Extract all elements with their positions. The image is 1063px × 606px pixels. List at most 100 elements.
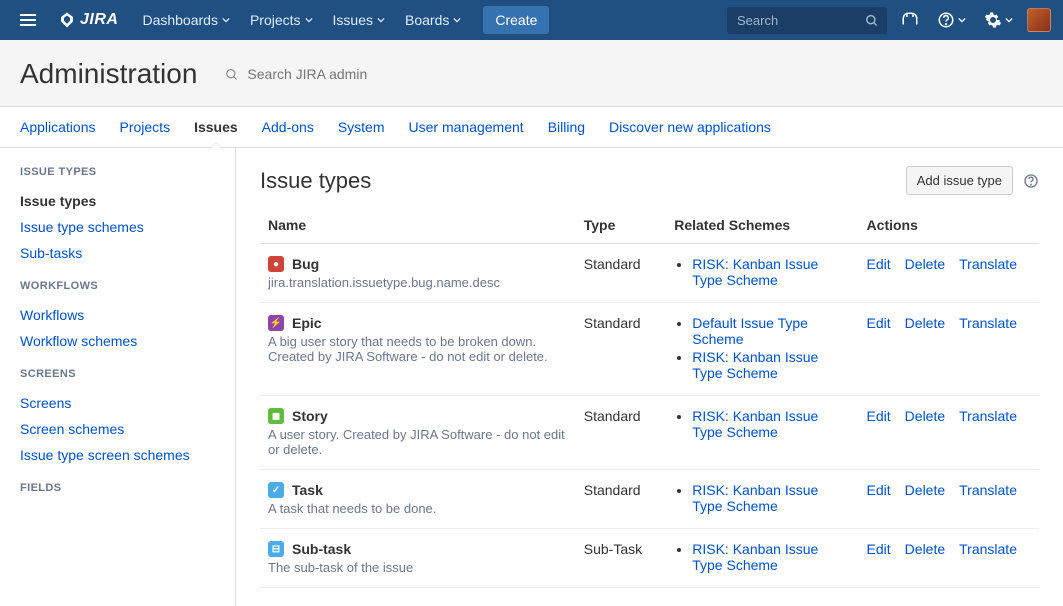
- admin-header: Administration: [0, 40, 1063, 107]
- delete-link[interactable]: Delete: [905, 482, 945, 498]
- tab-applications[interactable]: Applications: [20, 107, 96, 147]
- sidebar-item-workflow-schemes[interactable]: Workflow schemes: [20, 328, 215, 354]
- sidebar-item-screens[interactable]: Screens: [20, 390, 215, 416]
- sidebar-heading: FIELDS: [20, 482, 215, 494]
- issue-type-type: Sub-Task: [576, 529, 666, 588]
- table-row: ●Bug jira.translation.issuetype.bug.name.…: [260, 244, 1039, 303]
- admin-search: [225, 62, 425, 86]
- translate-link[interactable]: Translate: [959, 408, 1017, 424]
- issue-type-type: Standard: [576, 396, 666, 470]
- issue-type-desc: A task that needs to be done.: [268, 501, 568, 516]
- top-nav-right: [727, 7, 1051, 34]
- chevron-down-icon: [453, 16, 461, 24]
- translate-link[interactable]: Translate: [959, 256, 1017, 272]
- nav-item-dashboards[interactable]: Dashboards: [132, 0, 240, 40]
- issue-type-icon: ⊟: [268, 541, 284, 557]
- scheme-link[interactable]: RISK: Kanban Issue Type Scheme: [692, 256, 818, 288]
- column-header: Actions: [859, 209, 1039, 244]
- sidebar-heading: SCREENS: [20, 368, 215, 380]
- search-icon: [225, 66, 239, 82]
- edit-link[interactable]: Edit: [867, 408, 891, 424]
- create-button[interactable]: Create: [483, 6, 549, 34]
- tab-user-management[interactable]: User management: [409, 107, 524, 147]
- nav-items: DashboardsProjectsIssuesBoards: [132, 0, 471, 40]
- issue-type-icon: ◼: [268, 408, 284, 424]
- sidebar-item-sub-tasks[interactable]: Sub-tasks: [20, 240, 215, 266]
- tab-projects[interactable]: Projects: [120, 107, 171, 147]
- jira-logo[interactable]: JIRA: [48, 11, 128, 29]
- body: ISSUE TYPESIssue typesIssue type schemes…: [0, 148, 1063, 606]
- edit-link[interactable]: Edit: [867, 256, 891, 272]
- sidebar-heading: WORKFLOWS: [20, 280, 215, 292]
- delete-link[interactable]: Delete: [905, 256, 945, 272]
- issue-type-desc: The sub-task of the issue: [268, 560, 568, 575]
- tab-issues[interactable]: Issues: [194, 107, 238, 147]
- delete-link[interactable]: Delete: [905, 541, 945, 557]
- jira-logo-icon: [58, 11, 76, 29]
- sidebar: ISSUE TYPESIssue typesIssue type schemes…: [0, 148, 236, 606]
- settings-icon[interactable]: [980, 7, 1017, 33]
- chevron-down-icon: [222, 16, 230, 24]
- user-avatar[interactable]: [1027, 8, 1051, 32]
- sidebar-item-workflows[interactable]: Workflows: [20, 302, 215, 328]
- feedback-icon[interactable]: [897, 7, 923, 33]
- issue-type-desc: jira.translation.issuetype.bug.name.desc: [268, 275, 568, 290]
- issue-type-name: ◼Story: [268, 408, 568, 424]
- issue-types-table: NameTypeRelated SchemesActions ●Bug jira.…: [260, 209, 1039, 588]
- translate-link[interactable]: Translate: [959, 482, 1017, 498]
- tab-add-ons[interactable]: Add-ons: [262, 107, 314, 147]
- delete-link[interactable]: Delete: [905, 315, 945, 331]
- table-row: ✓Task A task that needs to be done. Standa…: [260, 470, 1039, 529]
- edit-link[interactable]: Edit: [867, 315, 891, 331]
- add-issue-type-button[interactable]: Add issue type: [906, 166, 1013, 195]
- help-icon[interactable]: [933, 7, 970, 33]
- issue-type-type: Standard: [576, 244, 666, 303]
- scheme-link[interactable]: RISK: Kanban Issue Type Scheme: [692, 541, 818, 573]
- issue-type-name: ⚡Epic: [268, 315, 568, 331]
- admin-search-input[interactable]: [225, 62, 425, 86]
- issue-type-desc: A user story. Created by JIRA Software -…: [268, 427, 568, 457]
- tab-system[interactable]: System: [338, 107, 385, 147]
- column-header: Related Schemes: [666, 209, 858, 244]
- scheme-link[interactable]: Default Issue Type Scheme: [692, 315, 808, 347]
- tab-discover-new-applications[interactable]: Discover new applications: [609, 107, 771, 147]
- issue-type-name: ✓Task: [268, 482, 568, 498]
- column-header: Name: [260, 209, 576, 244]
- global-search: [727, 7, 887, 34]
- table-row: ⚡EpicA big user story that needs to be b…: [260, 303, 1039, 396]
- edit-link[interactable]: Edit: [867, 482, 891, 498]
- nav-item-projects[interactable]: Projects: [240, 0, 323, 40]
- nav-item-issues[interactable]: Issues: [323, 0, 395, 40]
- sidebar-item-issue-type-screen-schemes[interactable]: Issue type screen schemes: [20, 442, 215, 468]
- issue-type-name: ●Bug: [268, 256, 568, 272]
- delete-link[interactable]: Delete: [905, 408, 945, 424]
- scheme-link[interactable]: RISK: Kanban Issue Type Scheme: [692, 349, 818, 381]
- chevron-down-icon: [305, 16, 313, 24]
- help-icon[interactable]: [1023, 172, 1039, 189]
- sidebar-item-screen-schemes[interactable]: Screen schemes: [20, 416, 215, 442]
- scheme-link[interactable]: RISK: Kanban Issue Type Scheme: [692, 482, 818, 514]
- content: Issue types Add issue type NameTypeRelat…: [236, 148, 1063, 606]
- app-switcher-icon[interactable]: [12, 6, 44, 34]
- issue-type-type: Standard: [576, 470, 666, 529]
- top-nav-left: JIRA DashboardsProjectsIssuesBoards Crea…: [12, 0, 549, 40]
- logo-text: JIRA: [80, 11, 118, 29]
- issue-type-icon: ●: [268, 256, 284, 272]
- column-header: Type: [576, 209, 666, 244]
- scheme-link[interactable]: RISK: Kanban Issue Type Scheme: [692, 408, 818, 440]
- table-row: ⊟Sub-taskThe sub-task of the issueSub-Ta…: [260, 529, 1039, 588]
- issue-type-icon: ✓: [268, 482, 284, 498]
- sidebar-item-issue-types[interactable]: Issue types: [20, 188, 215, 214]
- content-header: Issue types Add issue type: [260, 166, 1039, 195]
- table-row: ◼Story A user story. Created by JIRA Soft…: [260, 396, 1039, 470]
- translate-link[interactable]: Translate: [959, 541, 1017, 557]
- tab-billing[interactable]: Billing: [548, 107, 585, 147]
- issue-type-icon: ⚡: [268, 315, 284, 331]
- edit-link[interactable]: Edit: [867, 541, 891, 557]
- sidebar-item-issue-type-schemes[interactable]: Issue type schemes: [20, 214, 215, 240]
- search-input[interactable]: [727, 7, 887, 34]
- chevron-down-icon: [377, 16, 385, 24]
- translate-link[interactable]: Translate: [959, 315, 1017, 331]
- admin-tabs: Applications Projects Issues Add-ons System U…: [0, 107, 1063, 148]
- nav-item-boards[interactable]: Boards: [395, 0, 471, 40]
